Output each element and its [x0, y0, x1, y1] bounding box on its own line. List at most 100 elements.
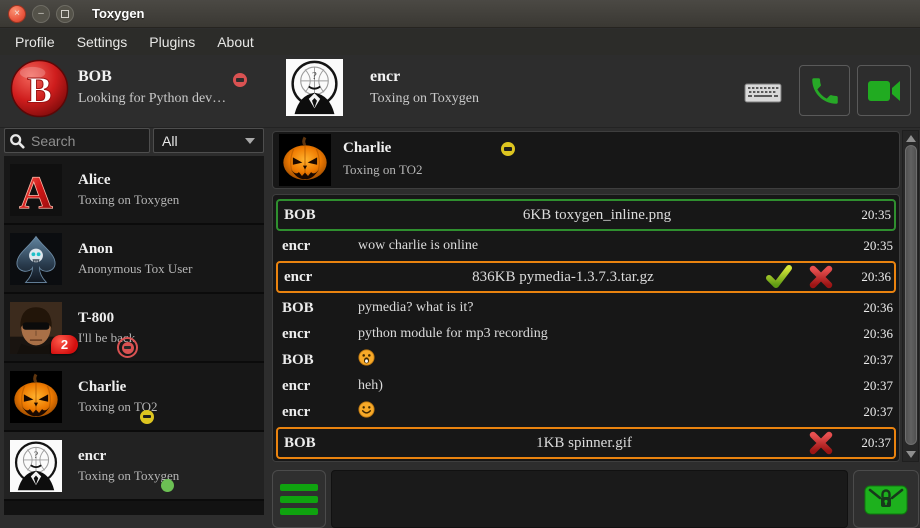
- message-row: BOBpymedia? what is it?20:36: [276, 295, 896, 321]
- self-avatar[interactable]: B: [10, 59, 69, 118]
- pumpkin-avatar: [10, 371, 62, 423]
- message-sender: BOB: [276, 300, 358, 317]
- status-away-icon: [140, 410, 154, 424]
- message-sender: encr: [276, 238, 358, 255]
- maximize-button[interactable]: [56, 5, 74, 23]
- message-text: python module for mp3 recording: [358, 326, 836, 342]
- decline-file-button[interactable]: [808, 431, 834, 455]
- chevron-down-icon: [245, 138, 255, 144]
- message-emoji: [358, 349, 836, 371]
- active-contact-avatar: ?: [286, 59, 343, 116]
- self-name[interactable]: BOB: [78, 68, 112, 86]
- audio-call-button[interactable]: [799, 65, 850, 116]
- contact-search-field[interactable]: [4, 128, 150, 153]
- window-title: Toxygen: [92, 6, 145, 21]
- menu-plugins[interactable]: Plugins: [138, 31, 206, 53]
- sidebar-item-alice[interactable]: A Alice Toxing on Toxygen: [4, 156, 264, 225]
- message-time: 20:37: [844, 435, 894, 451]
- chat-peer-status-icon: [501, 142, 515, 156]
- sidebar-item-t-800[interactable]: T-800I'll be back2: [4, 294, 264, 363]
- shocked-emoji-icon: [358, 349, 375, 366]
- profile-header: B BOB Looking for Python dev… ? encr Tox…: [0, 55, 920, 128]
- contact-list: A Alice Toxing on Toxygen AnonAnonymous Tox…: [4, 156, 264, 515]
- message-history: BOB6KB toxygen_inline.png20:35encrwow ch…: [272, 194, 900, 462]
- spade-avatar: [10, 233, 62, 285]
- contact-name: Charlie: [78, 379, 158, 396]
- file-name-and-size: 836KB pymedia-1.3.7.3.tar.gz: [472, 269, 654, 286]
- send-message-button[interactable]: [853, 470, 919, 528]
- contact-name: Alice: [78, 172, 179, 189]
- scrollbar-thumb[interactable]: [905, 145, 917, 445]
- scroll-up-button[interactable]: [903, 131, 918, 145]
- close-icon: ×: [14, 9, 20, 19]
- message-text: pymedia? what is it?: [358, 300, 836, 316]
- message-emoji: [358, 401, 836, 423]
- menu-about[interactable]: About: [206, 31, 265, 53]
- file-name-and-size: 6KB toxygen_inline.png: [523, 207, 671, 224]
- contact-info: encrToxing on Toxygen: [78, 448, 179, 484]
- video-call-button[interactable]: [857, 65, 911, 116]
- contact-status-message: Toxing on Toxygen: [78, 192, 179, 208]
- message-sender: BOB: [278, 435, 360, 452]
- status-online-icon: [161, 479, 174, 492]
- decline-file-button[interactable]: [808, 265, 834, 289]
- triangle-up-icon: [906, 135, 916, 142]
- sidebar-item-encr[interactable]: ? encrToxing on Toxygen: [4, 432, 264, 501]
- message-row: BOB20:37: [276, 347, 896, 373]
- menu-settings[interactable]: Settings: [66, 31, 139, 53]
- message-sender: encr: [276, 404, 358, 421]
- message-text: wow charlie is online: [358, 238, 836, 254]
- window-titlebar: × – Toxygen: [0, 0, 920, 28]
- menu-bar: Profile Settings Plugins About: [0, 29, 920, 55]
- contact-info: Alice Toxing on Toxygen: [78, 172, 179, 208]
- svg-text:?: ?: [312, 71, 317, 82]
- file-transfer-actions: [766, 265, 844, 289]
- minimize-icon: –: [38, 9, 44, 19]
- file-name-and-size: 1KB spinner.gif: [536, 435, 632, 452]
- filter-value: All: [162, 133, 178, 149]
- lettera-avatar: A: [10, 164, 62, 216]
- anonymous-avatar: ?: [10, 440, 62, 492]
- accept-file-button[interactable]: [766, 265, 792, 289]
- search-input[interactable]: [29, 132, 145, 150]
- contact-filter-dropdown[interactable]: All: [153, 128, 264, 153]
- search-icon: [9, 133, 25, 149]
- message-time: 20:35: [844, 207, 894, 223]
- check-icon: [766, 265, 792, 289]
- message-scrollbar[interactable]: [902, 130, 919, 462]
- sidebar-item-anon[interactable]: AnonAnonymous Tox User: [4, 225, 264, 294]
- message-time: 20:36: [846, 326, 896, 342]
- message-input[interactable]: [331, 470, 848, 528]
- minimize-button[interactable]: –: [32, 5, 50, 23]
- video-camera-icon: [866, 76, 902, 106]
- self-status-icon[interactable]: [233, 73, 247, 87]
- contact-name: T-800: [78, 310, 135, 327]
- phone-icon: [808, 74, 842, 108]
- toxygen-window: × – Toxygen Profile Settings Plugins Abo…: [0, 0, 920, 528]
- sidebar-item-charlie[interactable]: CharlieToxing on TO2: [4, 363, 264, 432]
- message-time: 20:36: [844, 269, 894, 285]
- typing-notification-button[interactable]: [743, 79, 783, 107]
- svg-text:?: ?: [34, 451, 38, 461]
- close-button[interactable]: ×: [8, 5, 26, 23]
- contact-info: AnonAnonymous Tox User: [78, 241, 192, 277]
- message-row: encr20:37: [276, 399, 896, 425]
- x-icon: [809, 265, 833, 289]
- message-sender: BOB: [278, 207, 360, 224]
- svg-text:B: B: [27, 70, 52, 111]
- chat-peer-name: Charlie: [343, 140, 391, 157]
- unread-count-badge: 2: [51, 335, 78, 354]
- x-icon: [809, 431, 833, 455]
- triangle-down-icon: [906, 451, 916, 458]
- message-time: 20:37: [846, 352, 896, 368]
- chat-peer-header: Charlie Toxing on TO2: [272, 131, 900, 189]
- file-transfer-actions: [808, 431, 844, 455]
- chat-menu-button[interactable]: [272, 470, 326, 528]
- message-sender: encr: [278, 269, 360, 286]
- hamburger-icon: [280, 484, 318, 491]
- message-sender: encr: [276, 378, 358, 395]
- scroll-down-button[interactable]: [903, 447, 918, 461]
- message-row: encrpython module for mp3 recording20:36: [276, 321, 896, 347]
- self-status-message[interactable]: Looking for Python dev…: [78, 91, 226, 107]
- menu-profile[interactable]: Profile: [4, 31, 66, 53]
